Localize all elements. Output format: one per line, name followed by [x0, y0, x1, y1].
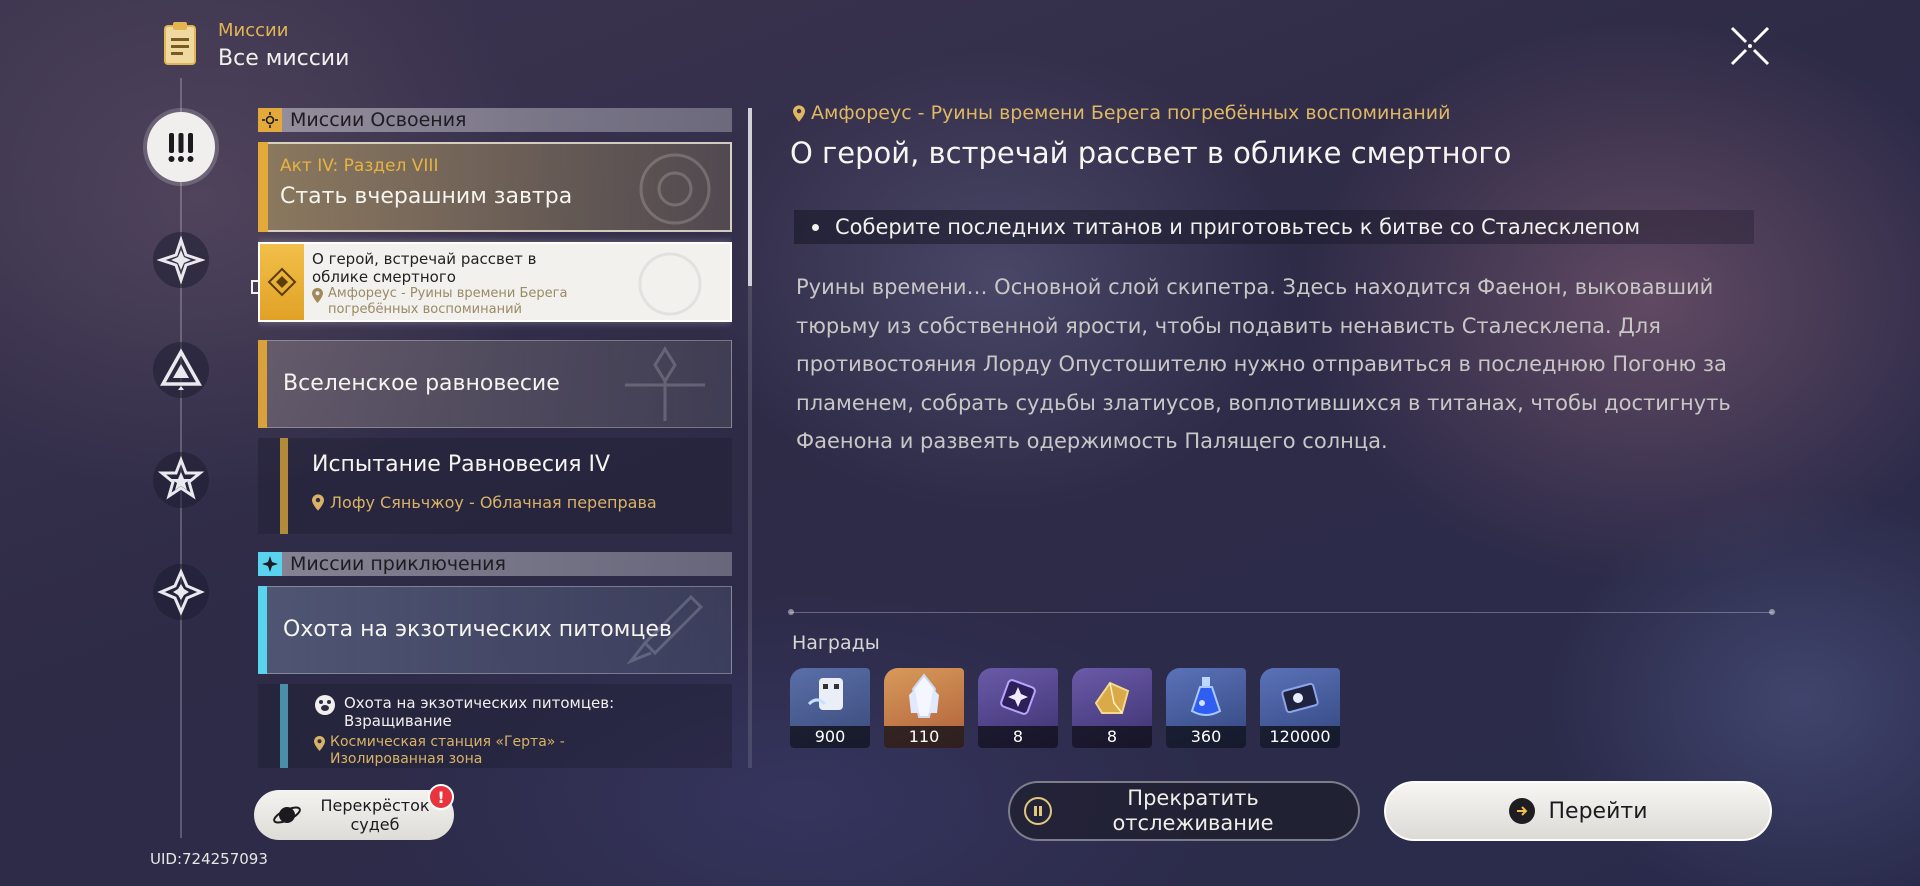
step-location: Амфореус - Руины времени Берега погребён… — [328, 286, 568, 317]
reward-item[interactable]: 900 — [790, 668, 870, 748]
rail-tab-daily[interactable] — [147, 558, 215, 626]
mission-list: Миссии Освоения Акт IV: Раздел VIII Стат… — [258, 108, 732, 768]
mission-title: Стать вчерашним завтра — [280, 184, 573, 209]
purple-material-icon — [1000, 679, 1036, 715]
rail-tab-companion[interactable] — [147, 336, 215, 404]
step-location: Лофу Сяньчжоу - Облачная переправа — [330, 493, 657, 512]
mission-title: Охота на экзотических питомцев — [283, 617, 672, 642]
go-button[interactable]: Перейти — [1384, 781, 1772, 841]
blue-potion-icon — [1190, 677, 1222, 716]
sparkle-icon — [258, 552, 282, 576]
mission-step-exotic-pets[interactable]: Охота на экзотических питомцев: Взращива… — [258, 684, 732, 768]
credit-icon — [1281, 682, 1319, 714]
mission-title: Вселенское равновесие — [283, 371, 560, 396]
gold-material-icon — [1094, 681, 1130, 714]
uid-label: UID:724257093 — [150, 850, 268, 868]
section-title: Миссии приключения — [290, 553, 506, 575]
mission-card-cosmic-balance[interactable]: Вселенское равновесие — [258, 340, 732, 428]
page-title: Все миссии — [218, 46, 350, 71]
list-scrollbar-thumb[interactable] — [748, 108, 752, 286]
reward-amount: 8 — [978, 726, 1058, 748]
reward-amount: 900 — [790, 726, 870, 748]
triangle-icon — [160, 348, 202, 390]
reward-item[interactable]: 8 — [1072, 668, 1152, 748]
quest-diamond-icon — [267, 267, 297, 297]
detail-title: О герой, встречай рассвет в облике смерт… — [790, 136, 1512, 170]
location-pin-icon — [312, 288, 323, 303]
reward-amount: 120000 — [1260, 726, 1340, 748]
pause-icon — [1024, 797, 1052, 825]
step-location: Космическая станция «Герта» - Изолирован… — [330, 734, 565, 767]
detail-location-text: Амфореус - Руины времени Берега погребён… — [811, 102, 1451, 124]
section-header-exploration: Миссии Освоения — [258, 108, 732, 132]
rail-tab-adventure[interactable] — [147, 446, 215, 514]
stop-tracking-label: Прекратить отслеживание — [1112, 786, 1274, 835]
detail-location: Амфореус - Руины времени Берега погребён… — [793, 102, 1451, 124]
section-header-adventure: Миссии приключения — [258, 552, 732, 576]
reward-amount: 110 — [884, 726, 964, 748]
mission-card-exotic-pets[interactable]: Охота на экзотических питомцев — [258, 586, 732, 674]
emblem-watermark-icon — [639, 153, 711, 225]
four-point-star-icon — [157, 568, 205, 616]
reward-amount: 360 — [1166, 726, 1246, 748]
notification-badge: ! — [428, 784, 454, 810]
rail-tab-trailblaze[interactable] — [147, 226, 215, 294]
sun-icon — [258, 108, 282, 132]
location-pin-icon — [312, 494, 324, 511]
reward-item[interactable]: 8 — [978, 668, 1058, 748]
location-pin-icon — [314, 736, 325, 751]
location-pin-icon — [793, 104, 805, 122]
trailblaze-exp-icon — [807, 678, 843, 710]
objective-text: Соберите последних титанов и приготовьте… — [835, 215, 1641, 239]
reward-item[interactable]: 360 — [1166, 668, 1246, 748]
divider — [790, 612, 1773, 613]
close-icon[interactable] — [1728, 24, 1772, 68]
star-icon — [157, 456, 205, 500]
reward-item[interactable]: 120000 — [1260, 668, 1340, 748]
mission-step-balance-trial[interactable]: Испытание Равновесия IV Лофу Сяньчжоу - … — [258, 438, 732, 534]
crossroads-of-fate-button[interactable]: Перекрёсток судеб — [254, 790, 454, 840]
bullet-icon — [812, 223, 819, 231]
mission-act: Акт IV: Раздел VIII — [280, 156, 439, 176]
divider-dot — [788, 609, 794, 615]
go-label: Перейти — [1548, 798, 1648, 824]
rail-tab-all-missions[interactable] — [147, 112, 215, 182]
mission-step-selected[interactable]: О герой, встречай рассвет в облике смерт… — [258, 242, 732, 322]
navigate-arrow-icon — [1508, 798, 1535, 824]
paw-icon — [315, 695, 335, 715]
step-title: Охота на экзотических питомцев: Взращива… — [344, 694, 615, 730]
mission-description: Руины времени… Основной слой скипетра. З… — [796, 275, 1731, 453]
balance-watermark-icon — [625, 346, 705, 421]
compass-star-icon — [157, 236, 205, 284]
exclamation-icon — [168, 133, 194, 162]
mission-clipboard-icon — [164, 22, 196, 65]
mission-card-main[interactable]: Акт IV: Раздел VIII Стать вчерашним завт… — [258, 142, 732, 232]
emblem-watermark-icon — [638, 252, 702, 316]
stop-tracking-button[interactable]: Прекратить отслеживание — [1008, 781, 1360, 841]
objective-row: Соберите последних титанов и приготовьте… — [794, 210, 1754, 244]
step-title: О герой, встречай рассвет в облике смерт… — [312, 250, 537, 286]
planet-icon — [273, 806, 301, 824]
crossroads-label: Перекрёсток судеб — [320, 796, 430, 834]
header-section-label: Миссии — [218, 20, 289, 41]
reward-amount: 8 — [1072, 726, 1152, 748]
rewards-label: Награды — [792, 632, 880, 654]
section-title: Миссии Освоения — [290, 109, 467, 131]
step-title: Испытание Равновесия IV — [312, 452, 611, 477]
crystal-icon — [909, 673, 939, 718]
reward-item[interactable]: 110 — [884, 668, 964, 748]
divider-dot — [1769, 609, 1775, 615]
